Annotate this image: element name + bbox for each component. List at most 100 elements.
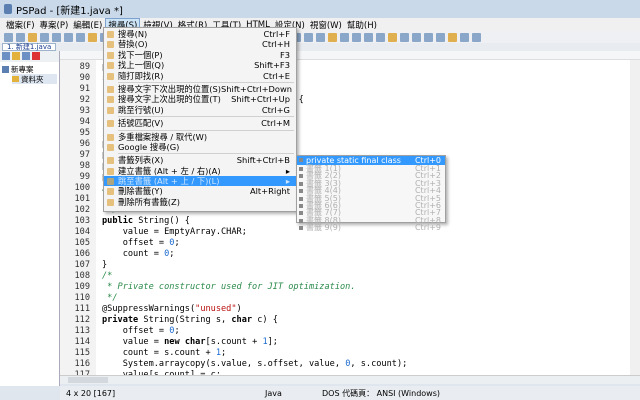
toolbar-button-icon[interactable] — [304, 32, 313, 42]
search-menu-item[interactable]: 搜尋文字上次出現的位置(T) Shift+Ctrl+Up — [104, 94, 296, 104]
line-number: 96 — [79, 139, 90, 149]
bookmark-icon — [299, 203, 303, 208]
horizontal-scrollbar[interactable] — [60, 375, 640, 384]
code-token: * Private constructor used for JIT optim… — [102, 282, 356, 292]
tab-file[interactable]: 1. 新建1.java — [2, 43, 57, 51]
search-menu-item[interactable]: 搜尋文字下次出現的位置(S) Shift+Ctrl+Down — [104, 84, 296, 94]
menu-item-shortcut: Alt+Right — [249, 186, 290, 197]
code-token: char — [184, 337, 206, 347]
menu-item-label: 多重檔案搜尋 / 取代(W) — [118, 131, 208, 142]
toolbar-button-icon[interactable] — [376, 32, 385, 42]
toolbar-button-icon[interactable] — [28, 32, 37, 42]
folder-icon[interactable] — [12, 52, 20, 60]
code-line: 93 — [60, 106, 93, 117]
menu-item-label: 跳至書籤 (Alt + 上 / 下)(L) — [118, 176, 220, 187]
menu-item[interactable]: 檔案(F) — [4, 19, 37, 31]
search-menu-item[interactable]: 隨打即找(R) Ctrl+E — [104, 71, 296, 81]
menu-item-label: 刪除書籤(Y) — [118, 186, 163, 197]
code-token: /* — [102, 271, 113, 281]
toolbar-button-icon[interactable] — [40, 32, 49, 42]
menu-item-icon — [107, 120, 114, 128]
line-number: 92 — [79, 95, 90, 105]
search-menu-item[interactable]: 搜尋(N) Ctrl+F — [104, 29, 296, 39]
code-text: offset = 0; — [102, 326, 180, 337]
toolbar-button-icon[interactable] — [4, 32, 13, 42]
vertical-scrollbar[interactable] — [630, 60, 640, 375]
search-menu-item[interactable]: 跳至行號(U) Ctrl+G — [104, 105, 296, 115]
toolbar-button-icon[interactable] — [340, 32, 349, 42]
menu-separator — [118, 153, 294, 155]
favorites-icon[interactable] — [32, 52, 40, 60]
code-line: 106 count = 0; — [60, 249, 174, 260]
search-menu-item[interactable]: 刪除所有書籤(Z) — [104, 197, 296, 207]
scroll-thumb[interactable] — [68, 377, 108, 383]
toolbar-button-icon[interactable] — [76, 32, 85, 42]
toolbar-button-icon[interactable] — [472, 32, 481, 42]
line-number: 104 — [74, 227, 90, 237]
line-number: 106 — [74, 249, 90, 259]
window-title: PSPad - [新建1.java *] — [16, 5, 123, 17]
toolbar-button-icon[interactable] — [316, 32, 325, 42]
bookmark-item[interactable]: 書籤 9(9) Ctrl+9 — [297, 223, 445, 233]
files-icon[interactable] — [22, 52, 30, 60]
toolbar-button-icon[interactable] — [328, 32, 337, 42]
menu-item[interactable]: 幫助(H) — [345, 19, 379, 31]
tree-root[interactable]: 新專案 — [2, 64, 57, 74]
search-menu-item[interactable]: 建立書籤 (Alt + 左 / 右)(A) ▸ — [104, 166, 296, 176]
menu-item[interactable]: 編輯(E) — [71, 19, 104, 31]
menu-item-icon — [107, 72, 114, 80]
toolbar-button-icon[interactable] — [352, 32, 361, 42]
search-menu-item[interactable]: 找上一個(Q) Shift+F3 — [104, 60, 296, 70]
toolbar-button-icon[interactable] — [412, 32, 421, 42]
toolbar-button-icon[interactable] — [364, 32, 373, 42]
menu-item-icon — [107, 198, 114, 206]
line-number: 95 — [79, 128, 90, 138]
menu-item-icon — [107, 143, 114, 151]
menu-item-icon — [107, 188, 114, 196]
bookmark-icon — [299, 226, 303, 231]
toolbar-button-icon[interactable] — [448, 32, 457, 42]
toolbar-button-icon[interactable] — [460, 32, 469, 42]
search-menu-item[interactable]: 刪除書籤(Y) Alt+Right — [104, 186, 296, 196]
line-number: 90 — [79, 73, 90, 83]
project-icon[interactable] — [2, 52, 10, 60]
code-token: offset = — [102, 326, 170, 336]
code-token: ; — [174, 238, 180, 248]
toolbar-button-icon[interactable] — [400, 32, 409, 42]
search-menu-item[interactable]: 括號匹配(V) Ctrl+M — [104, 118, 296, 128]
menu-item-label: Google 搜尋(G) — [118, 141, 180, 152]
toolbar-button-icon[interactable] — [388, 32, 397, 42]
code-token: */ — [102, 293, 118, 303]
menu-item-shortcut: Ctrl+M — [261, 118, 290, 129]
code-token: ; — [174, 326, 180, 336]
panel-toolbar — [0, 51, 59, 62]
search-menu-item[interactable]: 書籤列表(X) Shift+Ctrl+B — [104, 155, 296, 165]
toolbar-button-icon[interactable] — [424, 32, 433, 42]
search-menu-item[interactable]: 找下一個(P) F3 — [104, 50, 296, 60]
code-line: 107} — [60, 260, 107, 271]
toolbar-button-icon[interactable] — [52, 32, 61, 42]
search-menu-item[interactable]: 替換(O) Ctrl+H — [104, 39, 296, 49]
bookmark-label: 書籤 9(9) — [306, 223, 341, 233]
menu-item-shortcut: Shift+Ctrl+B — [236, 155, 290, 166]
toolbar-button-icon[interactable] — [88, 32, 97, 42]
toolbar-button-icon[interactable] — [16, 32, 25, 42]
menu-item[interactable]: 專案(P) — [38, 19, 71, 31]
menu-item[interactable]: 視窗(W) — [308, 19, 344, 31]
code-text: offset = 0; — [102, 238, 180, 249]
line-number: 111 — [74, 304, 90, 314]
code-line: 96p — [60, 139, 108, 150]
code-text: } — [102, 260, 107, 271]
line-number: 114 — [74, 337, 90, 347]
code-token: @SuppressWarnings( — [102, 304, 196, 314]
toolbar-button-icon[interactable] — [436, 32, 445, 42]
toolbar-button-icon[interactable] — [64, 32, 73, 42]
search-menu-item[interactable]: Google 搜尋(G) — [104, 142, 296, 152]
code-token: value = — [102, 337, 165, 347]
tree-folder[interactable]: 資料夾 — [12, 74, 57, 84]
search-menu-item[interactable]: 多重檔案搜尋 / 取代(W) — [104, 132, 296, 142]
menu-separator — [118, 116, 294, 118]
search-menu-item[interactable]: 跳至書籤 (Alt + 上 / 下)(L) ▸ — [104, 176, 296, 187]
code-token: value = EmptyArray.CHAR; — [102, 227, 247, 237]
menu-item-icon — [107, 106, 114, 114]
